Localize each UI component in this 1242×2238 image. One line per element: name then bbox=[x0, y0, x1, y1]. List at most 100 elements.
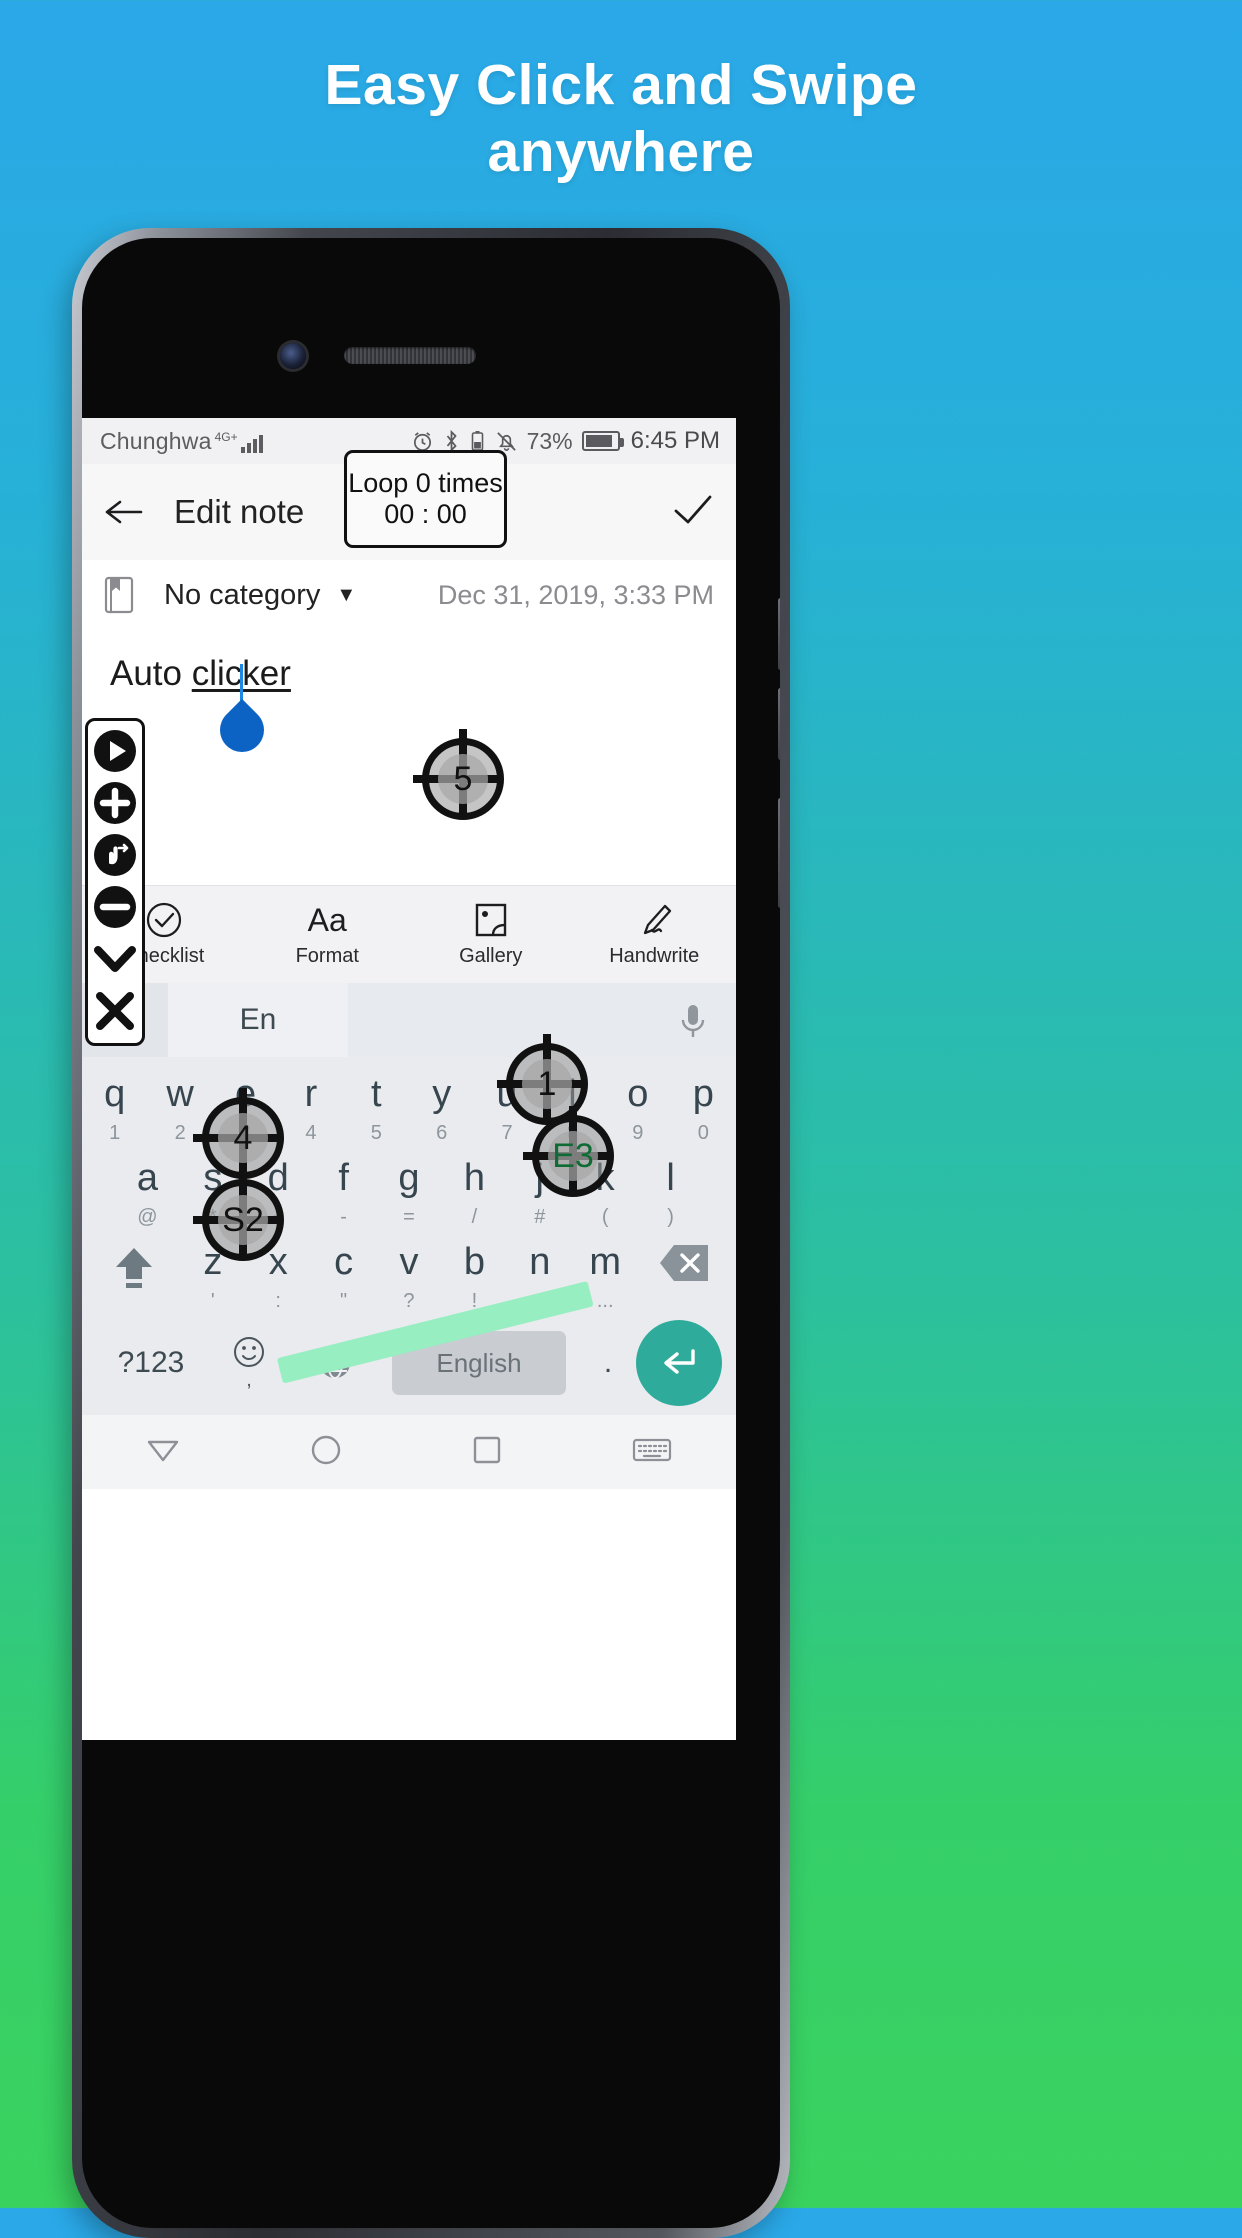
suggestion-chip[interactable]: En bbox=[168, 983, 348, 1057]
key-char: n bbox=[529, 1241, 551, 1283]
key-h[interactable]: h / bbox=[442, 1143, 507, 1227]
key-f[interactable]: f- bbox=[311, 1143, 376, 1227]
toolbar-item-handwrite[interactable]: Handwrite bbox=[573, 901, 737, 968]
chevron-down-icon[interactable]: ▼ bbox=[336, 584, 356, 607]
signal-bars-icon bbox=[240, 433, 263, 453]
page-title: Edit note bbox=[174, 493, 305, 530]
key-alt: - bbox=[340, 1206, 347, 1228]
status-bar-left: Chunghwa 4G+ bbox=[100, 428, 263, 455]
toolbar-label: Handwrite bbox=[609, 945, 700, 967]
back-arrow-icon[interactable] bbox=[104, 497, 144, 527]
key-r[interactable]: r4 bbox=[278, 1057, 343, 1143]
keyboard-icon bbox=[632, 1438, 671, 1461]
note-date-label: Dec 31, 2019, 3:33 PM bbox=[437, 579, 714, 610]
keyboard-row-3: z' x: c" v? b! n~ m... S2 bbox=[82, 1179, 736, 1312]
key-l[interactable]: l) bbox=[638, 1143, 703, 1227]
key-t[interactable]: t5 bbox=[344, 1057, 409, 1143]
battery-icon bbox=[581, 431, 624, 451]
confirm-save-button[interactable] bbox=[672, 493, 714, 532]
plus-icon bbox=[94, 782, 136, 824]
click-marker-5[interactable]: 5 bbox=[422, 738, 504, 820]
key-char: y bbox=[432, 1073, 452, 1115]
key-g[interactable]: g = bbox=[376, 1143, 441, 1227]
keyboard-suggestion-bar: En bbox=[82, 983, 736, 1057]
backspace-key[interactable] bbox=[638, 1227, 730, 1283]
swipe-start-marker-s2[interactable]: S2 bbox=[202, 1179, 284, 1261]
key-alt: @ bbox=[137, 1206, 158, 1228]
phone-frame: Chunghwa 4G+ 73% 6:45 PM Edit note Loop … bbox=[72, 228, 790, 2238]
square-recents-icon bbox=[474, 1436, 501, 1463]
add-swipe-button[interactable] bbox=[93, 833, 137, 877]
key-char: q bbox=[104, 1073, 126, 1115]
enter-return-icon bbox=[664, 1349, 695, 1374]
click-marker-4[interactable]: 4 bbox=[202, 1097, 284, 1179]
note-body[interactable]: Auto clicker 5 bbox=[82, 630, 736, 885]
key-char: c bbox=[334, 1241, 354, 1283]
key-q[interactable]: q1 bbox=[82, 1057, 147, 1143]
key-char: h bbox=[463, 1157, 485, 1199]
close-button[interactable] bbox=[93, 989, 137, 1033]
marker-label: 4 bbox=[233, 1118, 253, 1157]
category-row[interactable]: No category ▼ Dec 31, 2019, 3:33 PM bbox=[82, 560, 736, 630]
toolbar-label: Format bbox=[295, 945, 359, 967]
key-p[interactable]: p0 bbox=[671, 1057, 736, 1143]
nav-back-button[interactable] bbox=[146, 1436, 180, 1469]
key-a[interactable]: a @ bbox=[115, 1143, 180, 1227]
carrier-label: Chunghwa bbox=[100, 427, 212, 454]
auto-clicker-float-toolbar[interactable] bbox=[85, 718, 145, 1046]
key-char: v bbox=[399, 1241, 419, 1283]
loop-status-overlay[interactable]: Loop 0 times 00 : 00 bbox=[344, 450, 507, 548]
remove-button[interactable] bbox=[93, 885, 137, 929]
key-alt: ) bbox=[667, 1206, 674, 1228]
toolbar-label: Gallery bbox=[459, 945, 523, 967]
nav-recents-button[interactable] bbox=[471, 1434, 503, 1471]
volume-up-button[interactable] bbox=[778, 598, 780, 670]
key-alt: 1 bbox=[109, 1122, 121, 1144]
key-char: l bbox=[666, 1157, 675, 1199]
phone-screen: Chunghwa 4G+ 73% 6:45 PM Edit note Loop … bbox=[82, 418, 736, 1740]
nav-keyboard-button[interactable] bbox=[632, 1435, 672, 1470]
enter-key[interactable] bbox=[636, 1320, 722, 1406]
play-button[interactable] bbox=[93, 729, 137, 773]
key-o[interactable]: o9 bbox=[605, 1057, 670, 1143]
note-text[interactable]: Auto clicker bbox=[110, 654, 291, 762]
chevron-down-icon bbox=[94, 946, 136, 972]
minus-icon bbox=[94, 886, 136, 928]
key-alt: 7 bbox=[501, 1122, 513, 1144]
period-key[interactable]: . bbox=[580, 1346, 636, 1380]
collapse-button[interactable] bbox=[93, 937, 137, 981]
marker-label: 1 bbox=[537, 1064, 557, 1103]
toolbar-item-format[interactable]: Aa Format bbox=[246, 901, 410, 968]
shift-key[interactable] bbox=[88, 1227, 180, 1291]
play-icon bbox=[94, 730, 136, 772]
key-alt: ' bbox=[210, 1290, 215, 1312]
key-char: r bbox=[304, 1073, 318, 1115]
backspace-icon bbox=[659, 1245, 708, 1281]
key-c[interactable]: c " bbox=[311, 1227, 376, 1311]
microphone-icon[interactable] bbox=[676, 1001, 710, 1046]
text-cursor-handle[interactable] bbox=[210, 698, 274, 762]
numeric-key[interactable]: ?123 bbox=[96, 1346, 206, 1380]
key-char: b bbox=[463, 1241, 485, 1283]
format-toolbar: Checklist Aa Format Gallery Handwrite bbox=[82, 885, 736, 983]
key-char: g bbox=[398, 1157, 420, 1199]
note-text-plain: Auto bbox=[110, 654, 192, 693]
key-alt: 5 bbox=[370, 1122, 382, 1144]
volume-down-button[interactable] bbox=[778, 688, 780, 760]
key-y[interactable]: y6 bbox=[409, 1057, 474, 1143]
key-alt: ( bbox=[601, 1206, 609, 1228]
key-alt: 4 bbox=[305, 1122, 317, 1144]
swipe-end-marker-e3[interactable]: E3 bbox=[532, 1115, 614, 1197]
key-char: f bbox=[338, 1157, 349, 1199]
key-alt: ? bbox=[403, 1290, 415, 1312]
bookmark-icon bbox=[104, 576, 134, 614]
key-b[interactable]: b! bbox=[442, 1227, 507, 1311]
network-type-label: 4G+ bbox=[214, 429, 238, 444]
nav-home-button[interactable] bbox=[309, 1433, 343, 1472]
key-v[interactable]: v? bbox=[376, 1227, 441, 1311]
gallery-image-icon bbox=[474, 901, 508, 939]
toolbar-item-gallery[interactable]: Gallery bbox=[409, 901, 573, 968]
add-click-button[interactable] bbox=[93, 781, 137, 825]
key-alt: / bbox=[471, 1206, 478, 1228]
power-button[interactable] bbox=[778, 798, 780, 908]
